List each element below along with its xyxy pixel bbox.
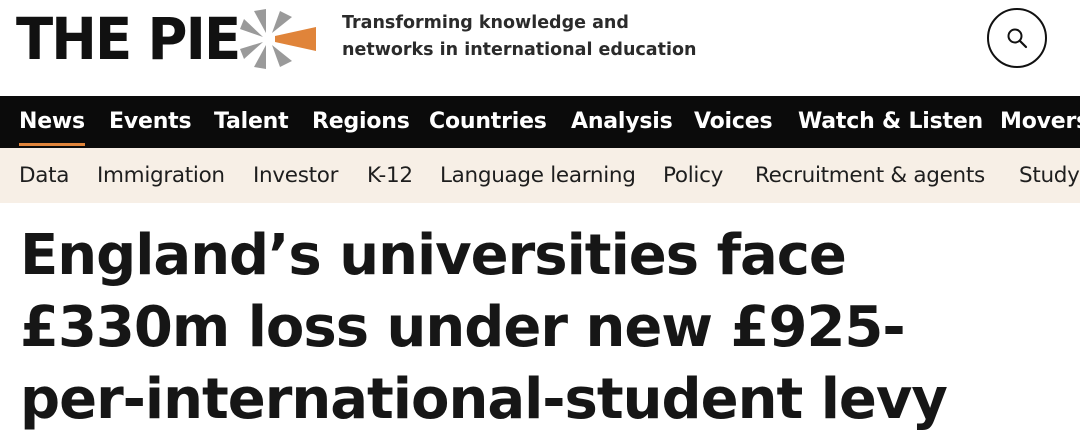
search-icon	[1007, 28, 1028, 49]
headline-line-1: England’s universities face	[20, 223, 847, 288]
tagline-line-1: Transforming knowledge and	[342, 13, 629, 33]
nav-item-countries[interactable]: Countries	[429, 96, 547, 148]
subnav-item-investor[interactable]: Investor	[253, 148, 338, 203]
subnav-item-immigration[interactable]: Immigration	[97, 148, 225, 203]
nav-item-analysis[interactable]: Analysis	[571, 96, 673, 148]
secondary-nav: Data Immigration Investor K-12 Language …	[0, 148, 1080, 203]
pie-logo-icon	[240, 9, 316, 69]
subnav-item-policy[interactable]: Policy	[663, 148, 723, 203]
nav-item-talent[interactable]: Talent	[214, 96, 289, 148]
nav-item-regions[interactable]: Regions	[312, 96, 410, 148]
nav-item-news[interactable]: News	[19, 96, 85, 148]
article-headline: England’s universities face £330m loss u…	[20, 220, 1080, 436]
subnav-item-language-learning[interactable]: Language learning	[440, 148, 636, 203]
site-header: THE PIE Transforming knowledge and netwo…	[0, 0, 1080, 96]
tagline-line-2: networks in international education	[342, 40, 697, 60]
nav-item-voices[interactable]: Voices	[694, 96, 773, 148]
site-logo[interactable]: THE PIE	[16, 4, 241, 74]
primary-nav: News Events Talent Regions Countries Ana…	[0, 96, 1080, 148]
subnav-item-data[interactable]: Data	[19, 148, 69, 203]
site-tagline: Transforming knowledge and networks in i…	[342, 10, 702, 64]
nav-item-movers[interactable]: Movers	[1000, 96, 1080, 148]
subnav-item-k12[interactable]: K-12	[367, 148, 413, 203]
subnav-item-recruitment-agents[interactable]: Recruitment & agents	[755, 148, 985, 203]
nav-item-watch-listen[interactable]: Watch & Listen	[798, 96, 983, 148]
search-button[interactable]	[987, 8, 1047, 68]
subnav-item-study[interactable]: Study	[1019, 148, 1080, 203]
headline-line-2: £330m loss under new £925-	[20, 295, 906, 360]
nav-item-events[interactable]: Events	[109, 96, 192, 148]
headline-line-3: per-international-student levy	[20, 367, 948, 432]
